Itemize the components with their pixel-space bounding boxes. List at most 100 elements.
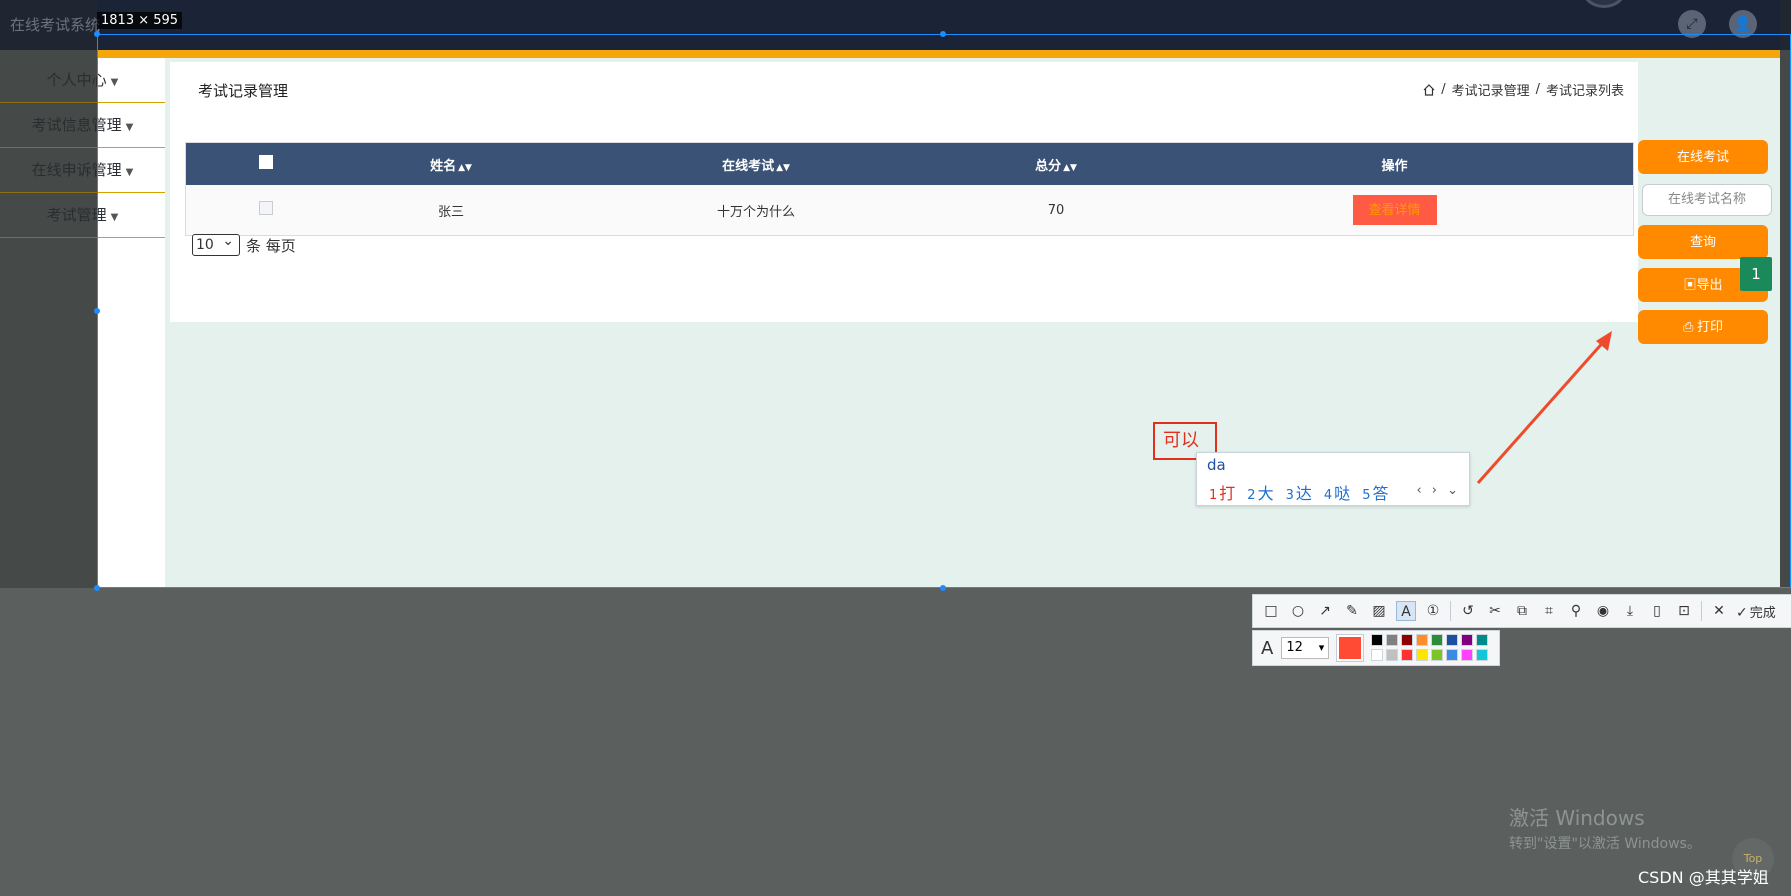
exam-name-search-input[interactable]: 在线考试名称 (1642, 184, 1772, 216)
color-swatch[interactable] (1401, 634, 1414, 646)
home-icon[interactable] (1423, 83, 1435, 96)
page-title: 考试记录管理 (198, 82, 289, 100)
arrow-tool-icon[interactable]: ↗ (1315, 601, 1335, 621)
column-header-exam[interactable]: 在线考试 ▲▼ (556, 155, 956, 174)
caret-down-icon: ▼ (110, 77, 119, 88)
column-header-name[interactable]: 姓名 ▲▼ (346, 155, 556, 174)
color-swatch[interactable] (1446, 649, 1459, 661)
selection-handle[interactable] (94, 31, 100, 37)
excel-icon: ▣ (1683, 277, 1697, 292)
translate-icon[interactable]: ⧉ (1512, 601, 1532, 621)
cell-name: 张三 (437, 204, 464, 220)
done-button[interactable]: ✓ 完成 (1736, 602, 1776, 621)
color-palette (1371, 634, 1489, 662)
arrow-annotation[interactable] (1470, 325, 1620, 495)
caret-down-icon: ▼ (125, 167, 134, 178)
column-header-score[interactable]: 总分 ▲▼ (956, 155, 1156, 174)
selection-handle[interactable] (94, 308, 100, 314)
page-size-select[interactable]: 10 (192, 231, 240, 256)
query-button[interactable]: 查询 (1638, 225, 1768, 259)
ime-candidate[interactable]: 5答 (1362, 480, 1388, 504)
user-icon[interactable]: 👤 (1729, 10, 1757, 38)
color-swatch[interactable] (1371, 634, 1384, 646)
color-swatch[interactable] (1401, 649, 1414, 661)
selection-handle[interactable] (940, 585, 946, 591)
font-icon: A (1261, 637, 1274, 659)
ellipse-tool-icon[interactable]: ○ (1288, 601, 1308, 621)
print-button[interactable]: ⎙ 打印 (1638, 310, 1768, 344)
ocr-icon[interactable]: ⌗ (1539, 601, 1559, 621)
pin-icon[interactable]: ⚲ (1566, 601, 1586, 621)
header-avatar-partial (1582, 0, 1626, 8)
mosaic-tool-icon[interactable]: ▨ (1369, 601, 1389, 621)
font-size-select[interactable]: 12 (1281, 637, 1330, 659)
color-swatch[interactable] (1416, 649, 1429, 661)
scissors-icon[interactable]: ✂ (1485, 601, 1505, 621)
color-swatch[interactable] (1371, 649, 1384, 661)
breadcrumb-item: 考试记录列表 (1545, 84, 1624, 99)
color-swatch[interactable] (1476, 649, 1489, 661)
record-icon[interactable]: ◉ (1593, 601, 1613, 621)
windows-activation-watermark: 激活 Windows 转到"设置"以激活 Windows。 (1509, 806, 1701, 852)
ime-candidates: 1打 2大 3达 4哒 5答 (1209, 480, 1388, 504)
column-header-action: 操作 (1381, 158, 1408, 174)
content-card: 考试记录管理 / 考试记录管理 / 考试记录列表 姓名 ▲▼ 在线考试 ▲▼ 总分 ▲… (170, 62, 1638, 322)
ime-candidate[interactable]: 4哒 (1324, 480, 1350, 504)
row-checkbox[interactable] (259, 201, 273, 215)
pen-tool-icon[interactable]: ✎ (1342, 601, 1362, 621)
selection-size-label: 1813 × 595 (97, 12, 183, 29)
text-options-bar: A 12 (1252, 630, 1500, 666)
notification-badge[interactable]: 1 (1740, 257, 1772, 291)
current-color-swatch[interactable] (1336, 634, 1365, 662)
cell-score: 70 (1047, 202, 1065, 218)
printer-icon: ⎙ (1682, 319, 1697, 334)
color-swatch[interactable] (1386, 634, 1399, 646)
text-tool-icon[interactable]: A (1396, 601, 1416, 621)
undo-icon[interactable]: ↺ (1458, 601, 1478, 621)
color-swatch[interactable] (1446, 634, 1459, 646)
phone-icon[interactable]: ▯ (1647, 601, 1667, 621)
top-header: 在线考试系统 ⤢ 👤 (0, 0, 1791, 50)
selection-handle[interactable] (940, 31, 946, 37)
ime-candidate[interactable]: 3达 (1286, 480, 1312, 504)
records-table: 姓名 ▲▼ 在线考试 ▲▼ 总分 ▲▼ 操作 张三 十万个为什么 70 查看详情 (185, 142, 1634, 236)
screenshot-toolbar: □ ○ ↗ ✎ ▨ A ① ↺ ✂ ⧉ ⌗ ⚲ ◉ ⤓ ▯ ⊡ ✕ ✓ 完成 (1252, 594, 1791, 628)
breadcrumb: / 考试记录管理 / 考试记录列表 (1423, 80, 1624, 99)
rectangle-tool-icon[interactable]: □ (1261, 601, 1281, 621)
breadcrumb-item[interactable]: 考试记录管理 (1452, 80, 1530, 99)
close-icon[interactable]: ✕ (1709, 601, 1729, 621)
ime-page-nav[interactable]: ‹ › ⌄ (1416, 483, 1461, 498)
pagination: 10 条 每页 (192, 231, 296, 256)
number-marker-icon[interactable]: ① (1423, 601, 1443, 621)
check-icon: ✓ (1736, 604, 1748, 621)
bookmark-icon[interactable]: ⊡ (1674, 601, 1694, 621)
ime-candidate[interactable]: 1打 (1209, 480, 1235, 504)
sort-icon: ▲▼ (776, 162, 790, 173)
caret-down-icon: ▼ (110, 212, 119, 223)
selection-handle[interactable] (94, 585, 100, 591)
expand-icon[interactable]: ⤢ (1678, 10, 1706, 38)
view-details-button[interactable]: 查看详情 (1352, 195, 1437, 225)
color-swatch[interactable] (1416, 634, 1429, 646)
header-accent-strip (97, 50, 1780, 58)
page-size-label: 条 每页 (246, 236, 296, 255)
ime-candidate[interactable]: 2大 (1247, 480, 1273, 504)
ime-composition: da (1207, 456, 1226, 474)
color-swatch[interactable] (1386, 649, 1399, 661)
ime-candidate-window: da 1打 2大 3达 4哒 5答 ‹ › ⌄ (1196, 452, 1470, 506)
caret-down-icon: ▼ (125, 122, 134, 133)
table-header: 姓名 ▲▼ 在线考试 ▲▼ 总分 ▲▼ 操作 (186, 143, 1633, 185)
online-exam-button[interactable]: 在线考试 (1638, 140, 1768, 174)
color-swatch[interactable] (1461, 649, 1474, 661)
color-swatch[interactable] (1431, 649, 1444, 661)
select-all-checkbox[interactable] (259, 155, 273, 169)
sort-icon: ▲▼ (458, 162, 472, 173)
screenshot-dim-right (1780, 0, 1791, 588)
cell-exam: 十万个为什么 (716, 204, 795, 220)
color-swatch[interactable] (1461, 634, 1474, 646)
color-swatch[interactable] (1431, 634, 1444, 646)
download-icon[interactable]: ⤓ (1620, 601, 1640, 621)
color-swatch[interactable] (1476, 634, 1489, 646)
sort-icon: ▲▼ (1063, 162, 1077, 173)
csdn-watermark: CSDN @其其学姐 (1638, 868, 1769, 887)
